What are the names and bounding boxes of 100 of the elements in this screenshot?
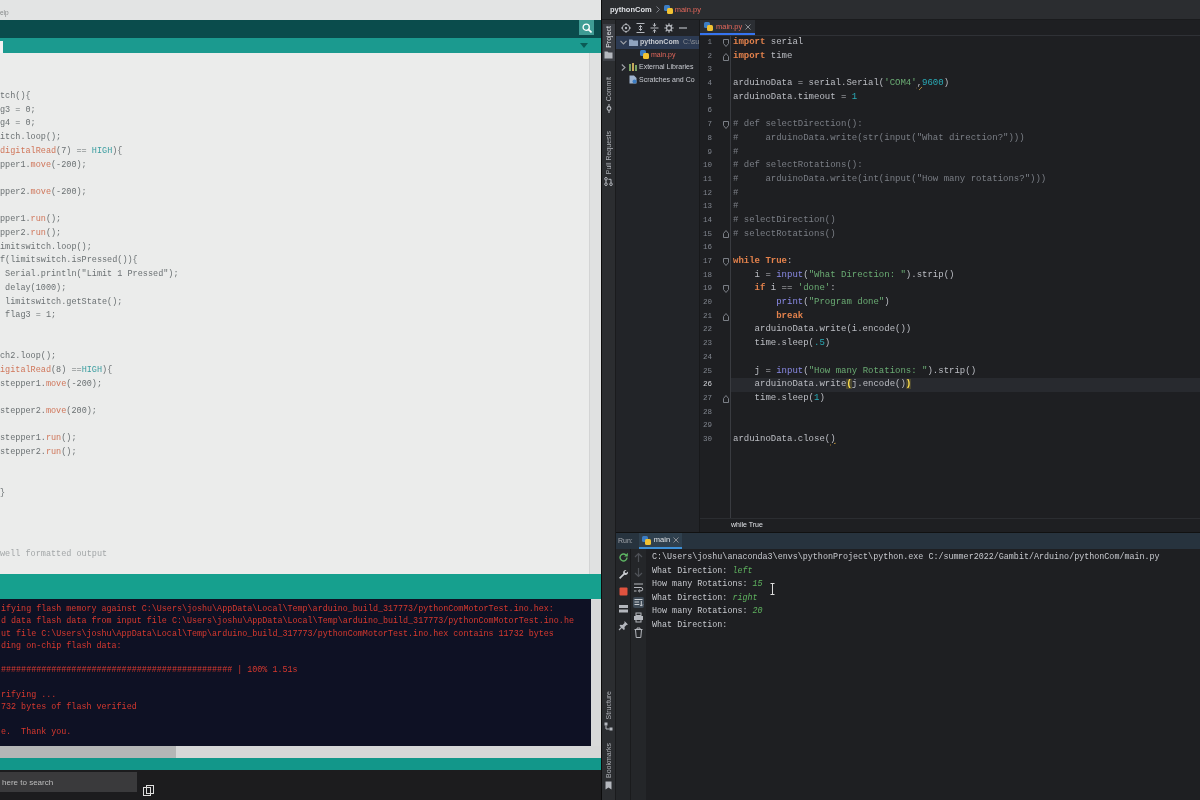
code-line: g3 = 0; <box>0 103 36 117</box>
console-line: 732 bytes of flash verified <box>1 701 137 714</box>
code-line: # arduinoData.write(int(input("How many rotations?"))) <box>733 172 1047 186</box>
console-line: What Direction: <box>652 618 728 632</box>
code-line: arduinoData.timeout = 1 <box>733 90 858 104</box>
console-line: d data flash data from input file C:\Users\joshu\AppData\Local\Temp\arduino_build_317773/pythonComMotorTest.ino.he <box>1 615 574 628</box>
fold-marker-icon[interactable] <box>723 285 729 294</box>
fold-marker-icon[interactable] <box>723 120 729 129</box>
code-line: stepper2.run(); <box>0 446 77 460</box>
code-line: stepper2.move(200); <box>0 405 97 419</box>
code-line: g4 = 0; <box>0 117 36 131</box>
code-line: Serial.println("Limit 1 Pressed"); <box>4 268 179 282</box>
code-line: i = input("What Direction: ").strip() <box>753 268 955 282</box>
text-cursor-icon <box>770 583 775 595</box>
code-line: # selectRotations() <box>733 227 836 241</box>
folder-icon <box>604 50 613 59</box>
structure-icon <box>604 722 613 731</box>
settings-icon[interactable] <box>664 23 674 33</box>
python-file-icon <box>640 50 649 60</box>
fold-marker-icon[interactable] <box>723 257 729 266</box>
console-line: e. Thank you. <box>1 725 72 739</box>
soft-wrap-icon[interactable] <box>633 582 644 593</box>
stop-icon[interactable] <box>617 586 629 597</box>
code-line: tch(){ <box>0 90 31 103</box>
console-line: ifying flash memory against C:\Users\joshu\AppData\Local\Temp\arduino_build_317773/pythonComMotorTest.ino.hex: <box>1 603 554 616</box>
books-icon <box>629 63 637 72</box>
code-line: } <box>0 487 6 501</box>
wrench-icon[interactable] <box>617 569 629 580</box>
code-line: if i == 'done': <box>753 282 836 296</box>
expand-all-icon[interactable] <box>636 23 645 33</box>
status-message: well formatted output <box>0 548 108 562</box>
code-line: limitswitch.getState(); <box>4 295 123 309</box>
python-file-icon <box>704 22 713 31</box>
search-button[interactable] <box>579 20 594 35</box>
console-line: How many Rotations: 15 <box>652 578 763 592</box>
code-line: pper1.run(); <box>0 213 62 227</box>
python-file-icon <box>663 5 673 14</box>
chevron-right-icon <box>655 6 660 13</box>
chevron-down-icon[interactable] <box>619 39 627 45</box>
code-line: # def selectDirection(): <box>733 118 863 132</box>
code-line: j = input("How many Rotations: ").strip() <box>753 364 977 378</box>
code-line: digitalRead(7) == HIGH){ <box>0 144 123 158</box>
code-line: pper2.run(); <box>0 227 62 240</box>
code-line: pper2.move(-200); <box>0 185 87 199</box>
console-line: What Direction: right <box>652 591 758 605</box>
code-line: itch.loop(); <box>0 131 62 145</box>
trash-icon[interactable] <box>633 627 644 638</box>
code-line: f(limitswitch.isPressed()){ <box>0 254 138 268</box>
code-line: # def selectRotations(): <box>733 159 863 173</box>
code-line: imitswitch.loop(); <box>0 240 92 254</box>
collapse-all-icon[interactable] <box>650 23 659 33</box>
console-line: C:\Users\joshu\anaconda3\envs\pythonProject\python.exe C:/summer2022/Gambit/Arduino/pythonCom/main.py <box>652 551 1160 564</box>
bookmark-icon <box>605 781 612 790</box>
search-field[interactable]: here to search <box>0 772 137 792</box>
console-line: How many Rotations: 20 <box>652 605 763 619</box>
code-line: arduinoData.close() <box>733 432 836 446</box>
code-line: arduinoData = serial.Serial('COM4',9600) <box>733 77 950 91</box>
code-line: ch2.loop(); <box>0 350 57 364</box>
code-line: delay(1000); <box>4 281 67 295</box>
scrollbar-thumb[interactable] <box>0 746 176 758</box>
code-line: stepper1.move(-200); <box>0 377 103 391</box>
code-line: # <box>733 145 739 159</box>
caret-down-icon[interactable] <box>580 43 588 48</box>
commit-icon <box>605 103 612 113</box>
task-view-icon[interactable] <box>143 785 154 796</box>
fold-marker-icon[interactable] <box>723 52 729 61</box>
console-line: ut file C:\Users\joshu\AppData\Local\Temp\arduino_build_317773/pythonComMotorTest.ino.hex contains 11732 bytes <box>1 627 554 640</box>
close-icon[interactable] <box>745 23 752 30</box>
fold-marker-icon[interactable] <box>723 312 729 321</box>
fold-marker-icon[interactable] <box>723 394 729 403</box>
fold-marker-icon[interactable] <box>723 38 729 47</box>
pull-request-icon <box>604 177 613 187</box>
code-line: arduinoData.write(i.encode()) <box>753 323 912 337</box>
code-line: stepper1.run(); <box>0 432 77 446</box>
pin-icon[interactable] <box>617 620 629 631</box>
code-line: # <box>733 186 739 200</box>
code-line: import time <box>733 49 793 63</box>
search-icon <box>581 22 592 33</box>
console-line: ############################################## | 100% 1.51s <box>1 664 298 677</box>
close-icon[interactable] <box>673 537 680 543</box>
chevron-right-icon[interactable] <box>620 63 626 71</box>
document-icon <box>629 75 637 85</box>
console-line: ding on-chip flash data: <box>1 639 122 653</box>
code-line: break <box>775 309 804 323</box>
code-line: print("Program done") <box>775 296 890 310</box>
python-file-icon <box>641 535 651 545</box>
rerun-icon[interactable] <box>617 552 629 563</box>
folder-icon <box>629 38 638 46</box>
code-line: time.sleep(.5) <box>753 337 831 351</box>
print-icon[interactable] <box>633 612 644 623</box>
code-line: time.sleep(1) <box>753 391 825 405</box>
code-line: import serial <box>733 36 804 49</box>
target-icon[interactable] <box>621 23 631 33</box>
fold-marker-icon[interactable] <box>723 230 729 239</box>
code-line: arduinoData.write(j.encode()) <box>753 378 912 392</box>
layout-icon[interactable] <box>617 603 629 614</box>
code-line: # selectDirection() <box>733 213 836 227</box>
code-line: while True: <box>733 255 793 268</box>
code-line: pper1.move(-200); <box>0 158 87 172</box>
scroll-to-end-icon[interactable] <box>633 597 644 608</box>
